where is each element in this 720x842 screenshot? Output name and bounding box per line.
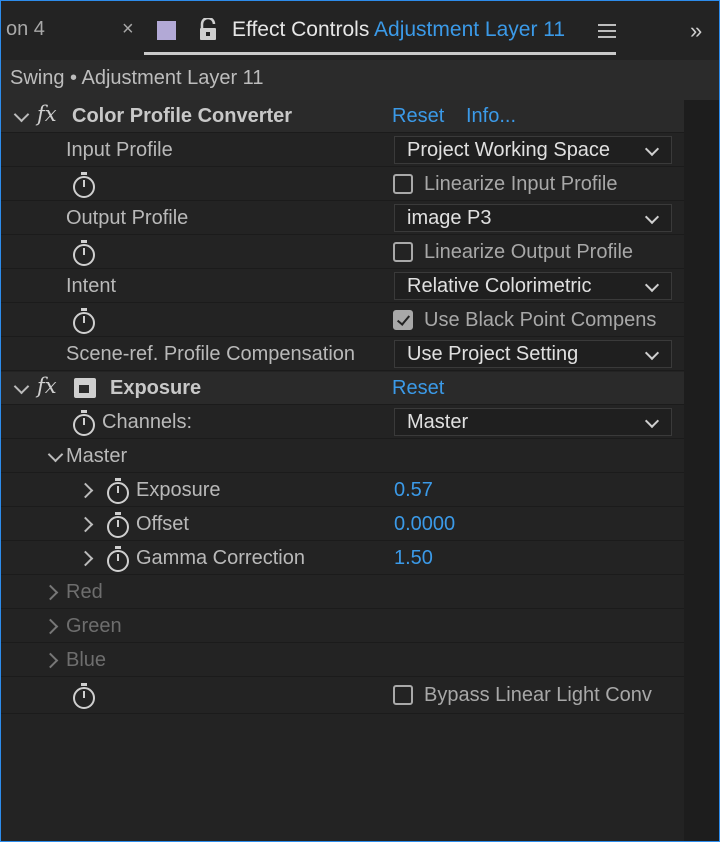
param-row-black-point: Use Black Point Compens [0,304,684,337]
param-row-input-profile: Input Profile Project Working Space [0,134,684,167]
fx-icon[interactable]: fx [37,102,57,126]
reset-button[interactable]: Reset [392,377,444,400]
scrollbar-track[interactable] [684,100,720,842]
group-row-blue[interactable]: Blue [0,644,684,677]
effect-row-color-profile-converter[interactable]: fx Color Profile Converter Reset Info... [0,100,684,133]
chevron-down-icon [644,413,660,429]
effect-row-exposure[interactable]: fx Exposure Reset [0,372,684,405]
param-row-bypass: Bypass Linear Light Conv [0,678,684,714]
param-row-scene-ref: Scene-ref. Profile Compensation Use Proj… [0,338,684,371]
close-icon[interactable]: × [122,18,134,41]
intent-dropdown[interactable]: Relative Colorimetric [394,272,672,300]
linearize-input-checkbox[interactable] [393,174,413,194]
param-row-offset: Offset 0.0000 [0,508,684,541]
chevron-down-icon[interactable] [13,106,30,123]
bypass-linear-checkbox[interactable] [393,685,413,705]
group-row-red[interactable]: Red [0,576,684,609]
panel-title[interactable]: Effect Controls Adjustment Layer 11 [232,18,565,42]
panel-menu-icon[interactable] [598,24,616,40]
dropdown-value: Relative Colorimetric [407,275,592,297]
lock-icon[interactable] [197,18,219,42]
checkbox-label: Bypass Linear Light Conv [424,684,652,706]
overflow-icon[interactable]: » [690,18,702,44]
param-row-linearize-input: Linearize Input Profile [0,168,684,201]
chevron-down-icon [644,141,660,157]
label-color-swatch[interactable] [157,21,176,40]
param-row-exposure: Exposure 0.57 [0,474,684,507]
param-label: Gamma Correction [136,547,305,569]
output-profile-dropdown[interactable]: image P3 [394,204,672,232]
effect-name: Color Profile Converter [72,105,293,127]
stopwatch-icon[interactable] [107,478,129,504]
param-label: Offset [136,513,189,535]
checkbox-label: Linearize Output Profile [424,241,634,263]
previous-tab[interactable]: on 4 [6,18,45,41]
black-point-checkbox[interactable] [393,310,413,330]
checkbox-label: Linearize Input Profile [424,173,618,195]
group-row-master[interactable]: Master [0,440,684,473]
channels-dropdown[interactable]: Master [394,408,672,436]
group-label: Green [66,615,122,637]
dropdown-value: Project Working Space [407,139,611,161]
chevron-down-icon[interactable] [47,446,64,463]
layer-name-link[interactable]: Adjustment Layer 11 [374,18,565,41]
chevron-right-icon[interactable] [77,482,94,499]
dropdown-value: image P3 [407,207,492,229]
chevron-down-icon [644,345,660,361]
param-row-channels: Channels: Master [0,406,684,439]
effect-name: Exposure [110,377,202,399]
effect-controls-list: fx Color Profile Converter Reset Info...… [0,100,684,842]
info-button[interactable]: Info... [466,105,516,128]
stopwatch-icon[interactable] [107,546,129,572]
stopwatch-icon[interactable] [73,683,95,709]
stopwatch-icon[interactable] [73,240,95,266]
param-row-linearize-output: Linearize Output Profile [0,236,684,269]
dropdown-value: Use Project Setting [407,343,579,365]
chevron-right-icon[interactable] [77,516,94,533]
param-row-output-profile: Output Profile image P3 [0,202,684,235]
param-label: Intent [66,275,117,297]
checkbox-label: Use Black Point Compens [424,309,657,331]
chevron-down-icon [644,277,660,293]
group-label: Blue [66,649,107,671]
linearize-output-checkbox[interactable] [393,242,413,262]
exposure-value[interactable]: 0.57 [394,479,433,502]
param-label: Output Profile [66,207,189,229]
group-row-green[interactable]: Green [0,610,684,643]
stopwatch-icon[interactable] [107,512,129,538]
offset-value[interactable]: 0.0000 [394,513,455,536]
chevron-right-icon[interactable] [42,584,59,601]
param-label: Input Profile [66,139,173,161]
gamma-value[interactable]: 1.50 [394,547,433,570]
active-tab-indicator [144,52,616,55]
scene-ref-dropdown[interactable]: Use Project Setting [394,340,672,368]
chevron-right-icon[interactable] [77,550,94,567]
reset-button[interactable]: Reset [392,105,444,128]
stopwatch-icon[interactable] [73,172,95,198]
chevron-down-icon[interactable] [13,378,30,395]
exposure-effect-icon [74,378,96,398]
dropdown-value: Master [407,411,469,433]
group-label: Master [66,445,128,467]
param-row-intent: Intent Relative Colorimetric [0,270,684,303]
input-profile-dropdown[interactable]: Project Working Space [394,136,672,164]
panel-title-label: Effect Controls [232,18,370,41]
chevron-right-icon[interactable] [42,618,59,635]
chevron-right-icon[interactable] [42,652,59,669]
param-row-gamma: Gamma Correction 1.50 [0,542,684,575]
fx-icon[interactable]: fx [37,374,57,398]
panel-header: on 4 × Effect Controls Adjustment Layer … [0,0,720,60]
param-label: Exposure [136,479,221,501]
stopwatch-icon[interactable] [73,410,95,436]
param-label: Channels: [102,411,193,433]
stopwatch-icon[interactable] [73,308,95,334]
comp-layer-path-text: Swing • Adjustment Layer 11 [10,67,264,89]
group-label: Red [66,581,103,603]
chevron-down-icon [644,209,660,225]
param-label: Scene-ref. Profile Compensation [66,343,356,365]
